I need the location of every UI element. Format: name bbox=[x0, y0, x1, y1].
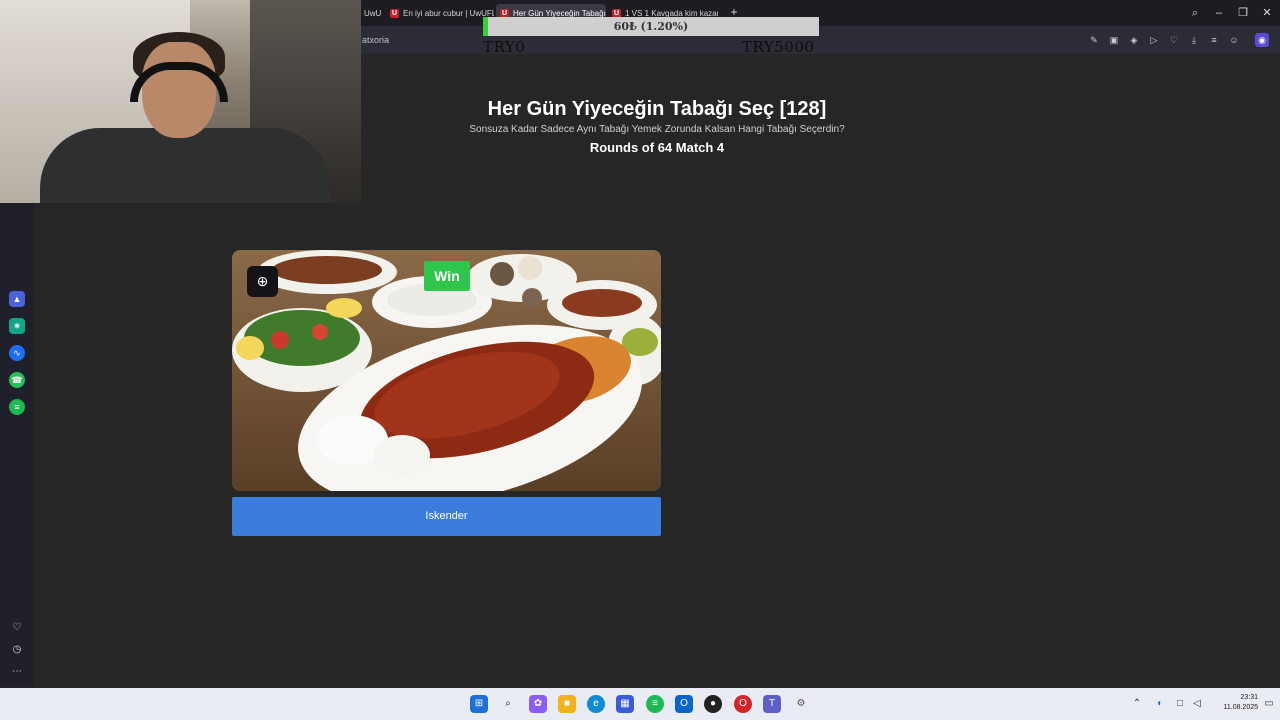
restore-icon[interactable]: ❐ bbox=[1234, 4, 1252, 22]
store-icon[interactable]: ▦ bbox=[616, 695, 634, 713]
win-badge: Win bbox=[424, 261, 470, 291]
windows-taskbar bbox=[0, 688, 1280, 720]
close-icon[interactable]: ✕ bbox=[1258, 4, 1276, 22]
menu-icon[interactable]: ≡ bbox=[1207, 33, 1221, 47]
round-label: Rounds of 64 Match 4 bbox=[589, 140, 725, 155]
clock-date: 11.08.2025 bbox=[1223, 704, 1258, 711]
webcam-person-body bbox=[40, 128, 330, 203]
aria-icon[interactable]: ▲ bbox=[9, 291, 25, 307]
outlook-icon[interactable]: O bbox=[675, 695, 693, 713]
zoom-in-icon[interactable]: ⊕ bbox=[247, 266, 278, 297]
donation-progress-bar: 60₺ (1.20%) bbox=[483, 17, 819, 36]
opera-icon[interactable]: O bbox=[734, 695, 752, 713]
whatsapp-icon[interactable]: ☎ bbox=[9, 372, 25, 388]
donation-progress-text: 60₺ (1.20%) bbox=[613, 20, 689, 33]
edit-icon[interactable]: ✎ bbox=[1087, 33, 1101, 47]
tab-abur-cubur[interactable]: U En iyi abur cubur | UwUFL bbox=[386, 4, 494, 22]
file-explorer-icon[interactable]: ■ bbox=[558, 695, 576, 713]
chevron-up-icon[interactable]: ⌃ bbox=[1130, 697, 1144, 711]
copilot-icon[interactable]: ✿ bbox=[529, 695, 547, 713]
donation-max-label: TRY5000 bbox=[742, 38, 815, 56]
extension-icon[interactable]: ◉ bbox=[1255, 33, 1269, 47]
obs-icon[interactable]: ● bbox=[704, 695, 722, 713]
browser-sidebar: ▲ ✷ ∿ ☎ ≡ ♡ ◷ ⋯ bbox=[0, 203, 34, 687]
messenger-icon[interactable]: ∿ bbox=[9, 345, 25, 361]
play-icon[interactable]: ▷ bbox=[1147, 33, 1161, 47]
donation-min-label: TRY0 bbox=[483, 38, 526, 56]
tab-label: UwU bbox=[364, 8, 382, 18]
tab-label: En iyi abur cubur | UwUFL bbox=[403, 8, 494, 18]
spotify-icon[interactable]: ≡ bbox=[646, 695, 664, 713]
heart-icon[interactable]: ♡ bbox=[1167, 33, 1181, 47]
search-icon[interactable]: ⌕ bbox=[1186, 4, 1204, 22]
teams-icon[interactable]: T bbox=[763, 695, 781, 713]
settings-gear-icon[interactable]: ⚙ bbox=[792, 695, 810, 713]
download-icon[interactable]: ⤓ bbox=[1187, 33, 1201, 47]
windows-start-icon[interactable]: ⊞ bbox=[470, 695, 488, 713]
page-subtitle: Sonsuza Kadar Sadece Aynı Tabağı Yemek Z… bbox=[469, 124, 845, 135]
webcam-overlay bbox=[0, 0, 361, 203]
uwu-favicon-icon: U bbox=[390, 8, 399, 18]
screen: UwU U En iyi abur cubur | UwUFL U Her Gü… bbox=[0, 0, 1280, 720]
more-icon[interactable]: ⋯ bbox=[9, 664, 25, 680]
camera-icon[interactable]: ▣ bbox=[1107, 33, 1121, 47]
search-icon[interactable]: ⌕ bbox=[499, 695, 517, 713]
history-icon[interactable]: ◷ bbox=[9, 642, 25, 658]
notifications-icon[interactable]: ▭ bbox=[1262, 697, 1276, 711]
chatgpt-icon[interactable]: ✷ bbox=[9, 318, 25, 334]
shield-icon[interactable]: ◈ bbox=[1127, 33, 1141, 47]
spotify-icon[interactable]: ≡ bbox=[9, 399, 25, 415]
network-icon[interactable]: □ bbox=[1173, 697, 1187, 711]
choice-button-iskender[interactable]: Iskender bbox=[232, 497, 661, 536]
edge-icon[interactable]: e bbox=[587, 695, 605, 713]
microphone-icon[interactable]: ◖ bbox=[1152, 697, 1166, 711]
heart-icon[interactable]: ♡ bbox=[9, 620, 25, 636]
page-title: Her Gün Yiyeceğin Tabağı Seç [128] bbox=[487, 98, 827, 120]
address-site-text: atxoria bbox=[362, 35, 390, 45]
clock-time: 23:31 bbox=[1240, 694, 1258, 701]
minimize-icon[interactable]: – bbox=[1210, 4, 1228, 22]
taskbar-clock[interactable]: 23:31 11.08.2025 bbox=[1206, 693, 1258, 713]
tab-uwu[interactable]: UwU bbox=[360, 4, 384, 22]
volume-icon[interactable]: ◁ bbox=[1190, 697, 1204, 711]
profile-icon[interactable]: ☺ bbox=[1227, 33, 1241, 47]
